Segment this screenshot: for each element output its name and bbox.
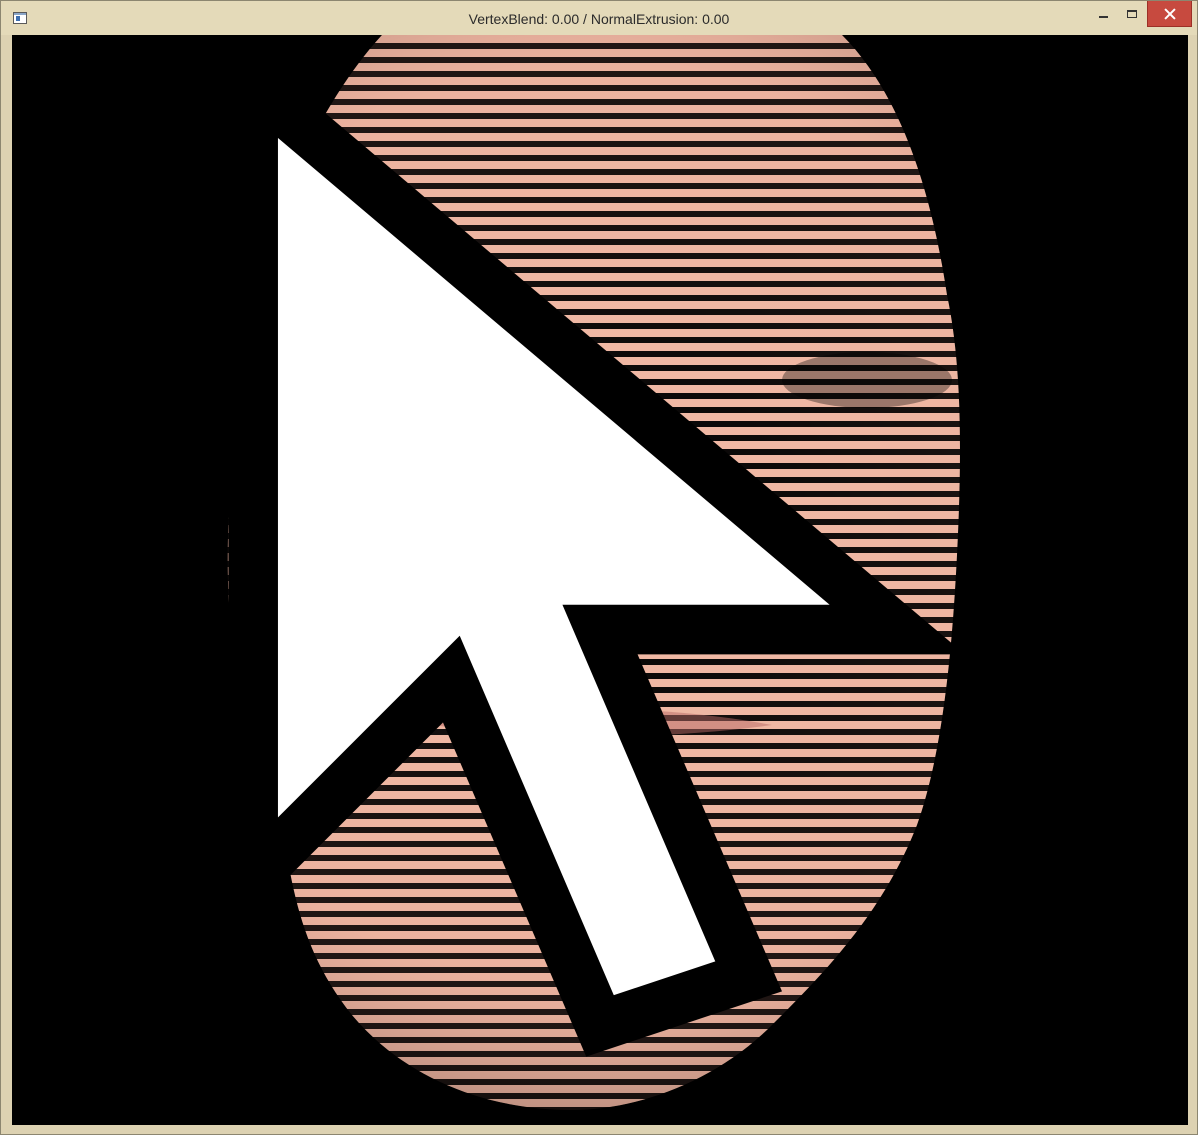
mouse-cursor-icon — [228, 35, 965, 1057]
minimize-icon — [1098, 16, 1108, 18]
app-window: VertexBlend: 0.00 / NormalExtrusion: 0.0… — [0, 0, 1198, 1135]
window-title: VertexBlend: 0.00 / NormalExtrusion: 0.0… — [468, 11, 730, 27]
close-icon — [1164, 8, 1176, 20]
maximize-icon — [1127, 10, 1137, 18]
render-viewport[interactable] — [12, 35, 1188, 1125]
minimize-button[interactable] — [1088, 1, 1118, 27]
close-button[interactable] — [1147, 1, 1192, 27]
title-bar[interactable]: VertexBlend: 0.00 / NormalExtrusion: 0.0… — [1, 1, 1197, 35]
maximize-button[interactable] — [1117, 1, 1147, 27]
